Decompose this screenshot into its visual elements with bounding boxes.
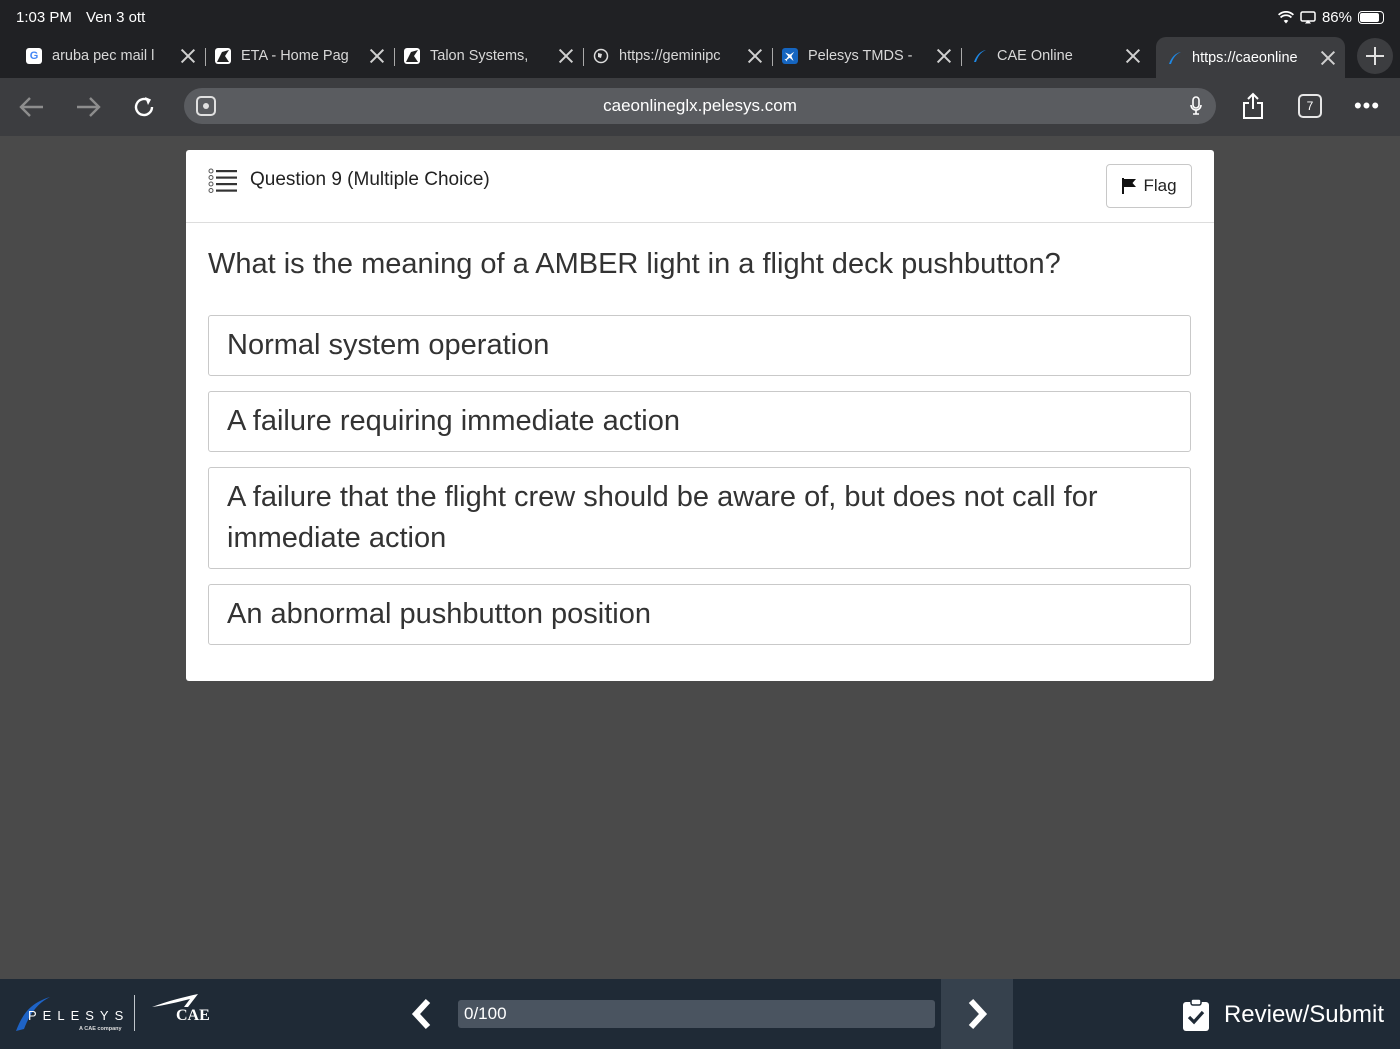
exam-footer: PELESYS A CAE company CAE 0/100 Review/S… [0,979,1400,1049]
pelesys-subtitle: A CAE company [79,1026,122,1032]
tab-title: ETA - Home Pag [241,48,349,64]
progress-indicator: 0/100 [458,1000,935,1028]
question-text: What is the meaning of a AMBER light in … [208,248,1061,280]
share-button[interactable] [1236,89,1270,123]
question-list-icon[interactable] [208,168,238,194]
forward-button[interactable] [68,87,108,127]
tab-count: 7 [1298,94,1322,118]
eta-logo-icon [215,48,231,64]
pelesys-logo: PELESYS A CAE company [14,995,126,1039]
flag-label: Flag [1143,176,1177,195]
tab-aruba[interactable]: G aruba pec mail l [16,37,206,75]
new-tab-button[interactable] [1357,38,1393,74]
review-submit-button[interactable]: Review/Submit [1182,995,1384,1035]
share-icon [1243,92,1263,119]
back-button[interactable] [12,87,52,127]
close-icon[interactable] [179,47,197,65]
browser-toolbar: caeonlineglx.pelesys.com 7 ••• [0,78,1400,136]
clipboard-check-icon [1182,998,1209,1031]
cae-wordmark: CAE [176,1007,210,1024]
more-icon: ••• [1353,93,1381,118]
battery-icon [1358,10,1384,24]
tab-talon[interactable]: Talon Systems, [394,37,584,75]
pelesys-wordmark: PELESYS [28,1008,130,1023]
tab-caeonline-active[interactable]: https://caeonline [1156,37,1345,79]
close-icon[interactable] [368,47,386,65]
google-g-icon: G [26,48,42,64]
cae-logo: CAE [148,993,212,1033]
card-header: Question 9 (Multiple Choice) Flag [186,150,1214,223]
chevron-right-icon [968,998,988,1030]
chevron-left-icon [411,998,431,1030]
reload-button[interactable] [124,87,164,127]
battery-percent: 86% [1321,8,1352,26]
progress-text: 0/100 [464,1004,507,1023]
address-bar[interactable]: caeonlineglx.pelesys.com [184,88,1216,124]
answer-option-4[interactable]: An abnormal pushbutton position [208,584,1191,645]
review-submit-label: Review/Submit [1223,1001,1384,1028]
tab-title: CAE Online [997,48,1073,64]
talon-logo-icon [404,48,420,64]
tab-title: Talon Systems, [430,48,529,64]
answer-option-label: Normal system operation [227,329,550,361]
tab-switcher-button[interactable]: 7 [1293,89,1327,123]
tab-title: aruba pec mail l [52,48,155,64]
tab-gemini[interactable]: https://geminipc [583,37,773,75]
status-time: 1:03 PM [16,8,72,26]
question-title: Question 9 (Multiple Choice) [250,169,490,190]
answer-option-2[interactable]: A failure requiring immediate action [208,391,1191,452]
cae-swoosh-icon [1166,50,1182,66]
tab-eta[interactable]: ETA - Home Pag [205,37,395,75]
tab-cae-online[interactable]: CAE Online [961,37,1150,75]
answer-option-1[interactable]: Normal system operation [208,315,1191,376]
arrow-right-icon [77,97,101,117]
status-left: 1:03 PM Ven 3 ott [16,9,155,26]
tab-title: https://geminipc [619,48,721,64]
close-icon[interactable] [557,47,575,65]
flag-icon [1122,178,1137,194]
tab-title: https://caeonline [1192,50,1298,66]
close-icon[interactable] [746,47,764,65]
url-text: caeonlineglx.pelesys.com [603,96,797,115]
answer-option-3[interactable]: A failure that the flight crew should be… [208,467,1191,569]
tab-strip: G aruba pec mail l ETA - Home Pag Talon … [0,34,1400,79]
previous-question-button[interactable] [402,993,442,1035]
next-question-button[interactable] [941,979,1013,1049]
tab-title: Pelesys TMDS - [808,48,913,64]
plane-icon [782,48,798,64]
answer-option-label: An abnormal pushbutton position [227,598,652,630]
close-icon[interactable] [1124,47,1142,65]
globe-icon [593,48,609,64]
more-menu-button[interactable]: ••• [1350,89,1384,123]
reload-icon [134,97,154,117]
lens-icon[interactable] [196,96,216,116]
answer-option-label: A failure requiring immediate action [227,405,680,437]
microphone-icon[interactable] [1190,96,1202,116]
close-icon[interactable] [1319,49,1337,67]
status-date: Ven 3 ott [86,8,146,26]
wifi-icon [1277,10,1294,23]
cae-swoosh-icon [971,48,987,64]
answer-option-label: A failure that the flight crew should be… [227,481,1098,554]
logo-divider [134,995,135,1031]
screen-mirror-icon [1300,10,1316,23]
flag-button[interactable]: Flag [1106,164,1192,208]
question-card: Question 9 (Multiple Choice) Flag What i… [186,150,1214,681]
close-icon[interactable] [935,47,953,65]
arrow-left-icon [19,97,43,117]
status-right: 86% [1277,8,1384,26]
tab-pelesys-tmds[interactable]: Pelesys TMDS - [772,37,962,75]
status-bar: 1:03 PM Ven 3 ott 86% [0,0,1400,34]
